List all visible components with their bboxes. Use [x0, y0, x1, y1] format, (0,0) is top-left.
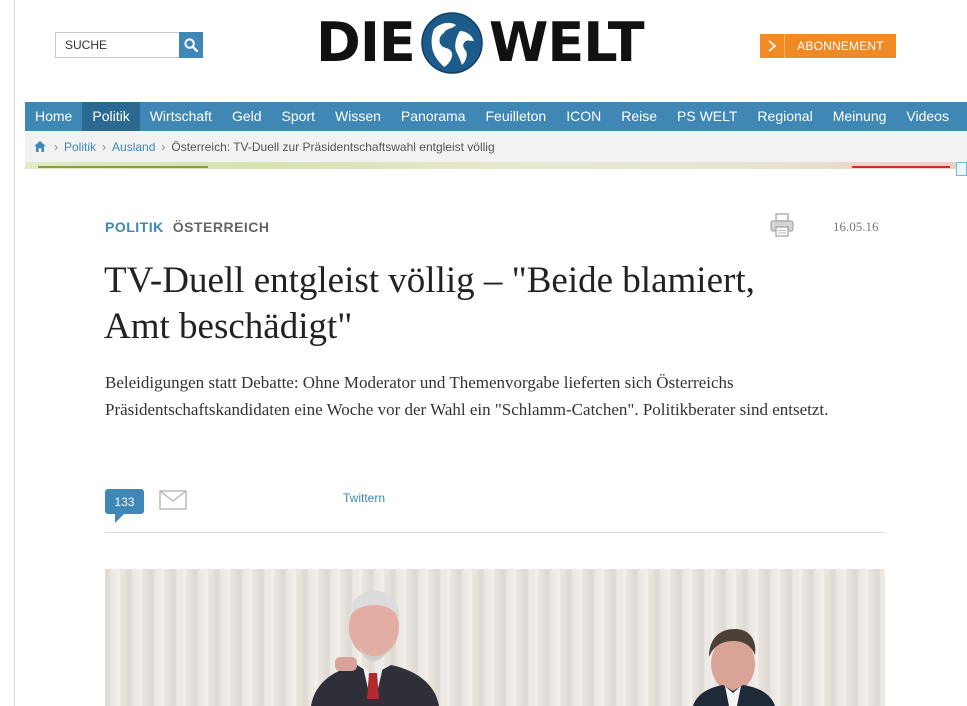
search-input[interactable]: [55, 32, 179, 58]
nav-item-markt[interactable]: Markt: [959, 102, 967, 131]
nav-item-feuilleton[interactable]: Feuilleton: [476, 102, 557, 131]
logo-text-left: DIE: [316, 11, 416, 74]
nav-item-regional[interactable]: Regional: [747, 102, 822, 131]
breadcrumb-item-politik[interactable]: Politik: [64, 140, 96, 154]
share-divider: [105, 532, 885, 533]
logo-text-right: WELT: [488, 11, 645, 74]
nav-item-wirtschaft[interactable]: Wirtschaft: [140, 102, 222, 131]
article-kicker: POLITIK ÖSTERREICH: [105, 219, 270, 235]
breadcrumb-home[interactable]: [34, 140, 48, 154]
ad-banner-accent: [38, 166, 208, 168]
nav-item-panorama[interactable]: Panorama: [391, 102, 476, 131]
nav-item-politik[interactable]: Politik: [82, 102, 140, 131]
mail-icon[interactable]: [159, 490, 187, 510]
nav-item-reise[interactable]: Reise: [611, 102, 667, 131]
nav-item-wissen[interactable]: Wissen: [325, 102, 391, 131]
subscribe-arrow: [760, 34, 785, 58]
nav-item-meinung[interactable]: Meinung: [823, 102, 897, 131]
search-box: [55, 32, 203, 58]
nav-item-icon[interactable]: ICON: [556, 102, 611, 131]
nav-item-geld[interactable]: Geld: [222, 102, 272, 131]
print-icon[interactable]: [769, 212, 795, 238]
article-topic: ÖSTERREICH: [172, 219, 270, 235]
article-hero-image[interactable]: [105, 569, 885, 706]
twitter-share-link[interactable]: Twittern: [343, 491, 385, 505]
search-icon: [184, 38, 198, 52]
breadcrumb-current: Österreich: TV-Duell zur Präsidentschaft…: [171, 139, 495, 154]
comment-bubble-tail: [115, 513, 125, 523]
breadcrumb-separator: ›: [102, 139, 107, 154]
breadcrumb-item-ausland[interactable]: Ausland: [112, 140, 155, 154]
nav-item-sport[interactable]: Sport: [272, 102, 325, 131]
globe-icon: [421, 12, 483, 74]
article-headline: TV-Duell entgleist völlig – "Beide blami…: [104, 260, 755, 347]
home-icon: [34, 141, 46, 152]
breadcrumb-separator: ›: [54, 139, 58, 154]
ad-info-icon[interactable]: [956, 162, 967, 176]
logo[interactable]: DIE WELT: [316, 10, 645, 76]
subscribe-label: ABONNEMENT: [785, 34, 896, 58]
article-teaser: Beleidigungen statt Debatte: Ohne Modera…: [105, 373, 829, 419]
nav-item-videos[interactable]: Videos: [896, 102, 959, 131]
breadcrumb: › Politik › Ausland › Österreich: TV-Due…: [25, 131, 967, 162]
main-navigation: Home Politik Wirtschaft Geld Sport Wissen Pano…: [25, 102, 967, 131]
ad-banner-accent: [852, 166, 950, 168]
nav-item-ps-welt[interactable]: PS WELT: [667, 102, 747, 131]
subscribe-button[interactable]: ABONNEMENT: [760, 34, 896, 58]
article-section-link[interactable]: POLITIK: [105, 219, 164, 235]
chevron-right-icon: [768, 40, 776, 52]
comment-count-button[interactable]: 133: [105, 489, 144, 514]
breadcrumb-separator: ›: [161, 139, 166, 154]
article-date: 16.05.16: [833, 219, 879, 234]
page-left-border: [14, 0, 15, 706]
nav-item-home[interactable]: Home: [25, 102, 82, 131]
search-button[interactable]: [179, 32, 203, 58]
